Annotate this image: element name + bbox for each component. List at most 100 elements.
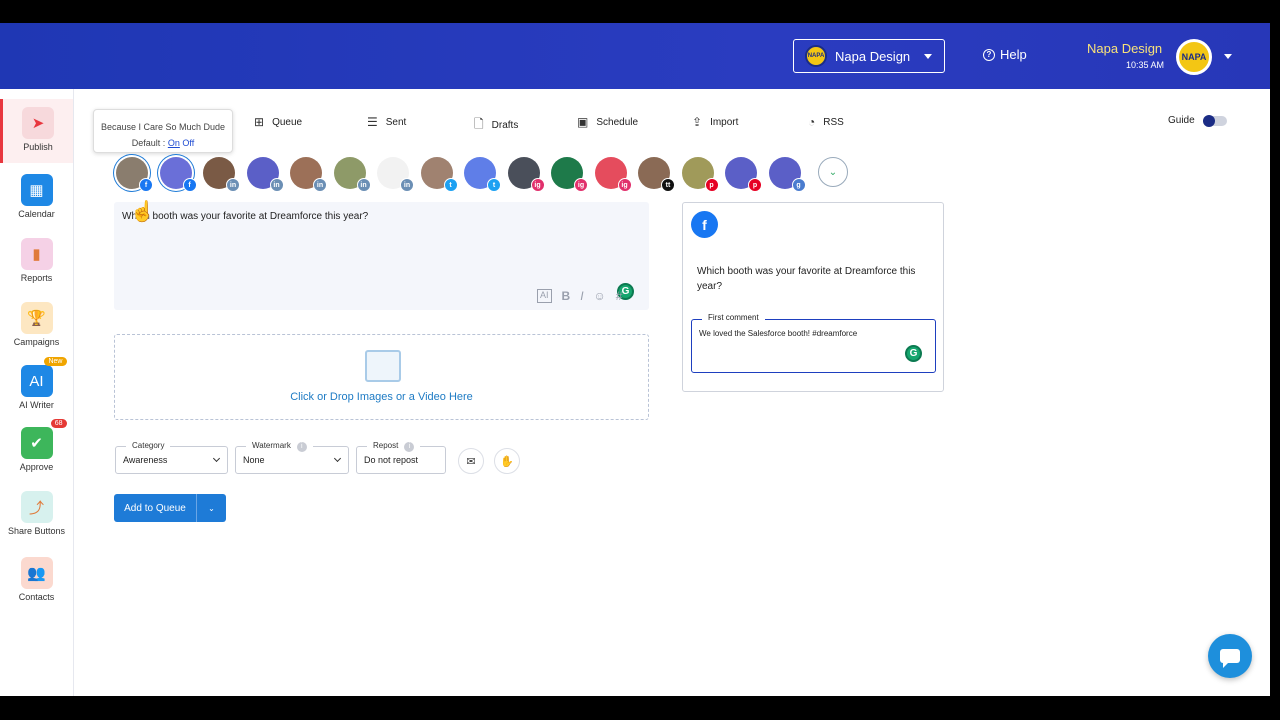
instagram-icon: ig: [617, 178, 632, 192]
facebook-icon: f: [139, 178, 153, 192]
first-comment-field[interactable]: First comment We loved the Salesforce bo…: [691, 313, 936, 373]
grammarly-icon[interactable]: G: [905, 345, 922, 362]
account-avatar-instagram[interactable]: ig: [551, 157, 588, 192]
linkedin-icon: in: [313, 178, 327, 192]
account-avatar-pinterest[interactable]: p: [725, 157, 762, 192]
sidebar-item-campaigns[interactable]: 🏆 Campaigns: [0, 294, 73, 358]
watermark-value: None: [243, 455, 265, 465]
first-comment-text[interactable]: We loved the Salesforce booth! #dreamfor…: [699, 329, 857, 338]
repost-label-wrap: Repost i: [367, 441, 421, 452]
emoji-icon[interactable]: ☺: [594, 289, 606, 303]
guide-toggle[interactable]: Guide: [1168, 114, 1227, 127]
plus-square-icon: ⊞: [254, 115, 265, 129]
user-name: Napa Design: [1087, 41, 1163, 56]
linkedin-icon: in: [356, 178, 371, 192]
queue-options-caret-icon[interactable]: ⌄: [197, 494, 226, 522]
account-tooltip: Because I Care So Much Dude Default : On…: [93, 109, 233, 153]
paper-plane-icon: ➤: [22, 107, 54, 139]
sidebar-item-label: Campaigns: [13, 337, 60, 347]
account-avatar-linkedin[interactable]: in: [377, 157, 414, 192]
account-avatar-pinterest[interactable]: p: [681, 157, 719, 192]
post-preview: f Which booth was your favorite at Dream…: [682, 202, 944, 392]
pinterest-icon: p: [748, 178, 762, 192]
more-accounts-button[interactable]: ⌄: [818, 157, 848, 187]
category-select[interactable]: Category Awareness: [115, 441, 228, 474]
info-icon[interactable]: i: [404, 442, 415, 452]
post-text[interactable]: Which booth was your favorite at Dreamfo…: [122, 211, 368, 222]
account-avatar-instagram[interactable]: ig: [507, 157, 545, 192]
user-menu-caret-icon[interactable]: [1224, 54, 1232, 59]
account-avatar-linkedin[interactable]: in: [290, 157, 327, 192]
hand-icon: ✋: [500, 455, 514, 468]
twitter-icon: t: [487, 178, 501, 192]
sidebar-item-ai-writer[interactable]: AI New AI Writer: [0, 357, 73, 421]
trophy-icon-glyph: 🏆: [27, 310, 46, 327]
instagram-icon: ig: [574, 178, 588, 192]
sidebar-item-label: Share Buttons: [7, 526, 66, 536]
image-check-icon: ✔ 68: [20, 419, 67, 459]
sidebar-item-label: AI Writer: [19, 400, 54, 410]
account-avatar-facebook[interactable]: f: [116, 157, 153, 192]
post-composer[interactable]: Which booth was your favorite at Dreamfo…: [114, 202, 649, 310]
tab-label: RSS: [823, 116, 844, 128]
sidebar-item-approve[interactable]: ✔ 68 Approve: [0, 419, 73, 483]
bold-icon[interactable]: B: [562, 289, 571, 303]
sidebar-item-calendar[interactable]: ▦ Calendar: [0, 166, 73, 230]
guide-label: Guide: [1168, 115, 1195, 126]
account-avatar-instagram[interactable]: ig: [594, 157, 632, 192]
ai-assist-icon[interactable]: AI: [537, 289, 552, 303]
add-to-queue-button[interactable]: Add to Queue ⌄: [114, 494, 226, 522]
mouse-pointer-icon: ☝: [130, 201, 155, 223]
account-avatar-google-business[interactable]: g: [768, 157, 806, 192]
people-icon: 👥: [20, 557, 53, 589]
account-avatar-linkedin[interactable]: in: [333, 157, 371, 192]
hashtag-icon[interactable]: #: [616, 289, 623, 303]
account-avatar-linkedin[interactable]: in: [203, 157, 240, 192]
hand-button[interactable]: ✋: [494, 448, 520, 474]
sidebar-item-label: Calendar: [18, 209, 55, 219]
chat-support-button[interactable]: [1208, 634, 1252, 678]
linkedin-icon: in: [226, 178, 240, 192]
account-avatar-tiktok[interactable]: tt: [638, 157, 675, 192]
workspace-selector[interactable]: NAPA Napa Design: [793, 39, 945, 73]
calendar-icon: ▦: [20, 174, 53, 206]
tab-label: Sent: [385, 116, 407, 128]
help-link[interactable]: ? Help: [983, 47, 1027, 62]
italic-icon[interactable]: I: [580, 289, 583, 303]
facebook-icon: f: [182, 178, 197, 192]
tab-schedule[interactable]: ▣ Schedule: [577, 115, 638, 129]
media-dropzone[interactable]: Click or Drop Images or a Video Here: [114, 334, 649, 420]
info-icon[interactable]: i: [296, 442, 307, 452]
image-placeholder-icon: [365, 350, 401, 382]
repost-select[interactable]: Repost i Do not repost: [356, 441, 446, 474]
email-button[interactable]: ✉: [458, 448, 484, 474]
user-avatar[interactable]: NAPA: [1176, 39, 1212, 75]
top-header: NAPA Napa Design ? Help Napa Design 10:3…: [0, 23, 1270, 89]
tab-drafts[interactable]: 🗋 Drafts: [474, 115, 518, 136]
paper-plane-icon-glyph: ➤: [31, 115, 45, 132]
tab-import[interactable]: ⇪ Import: [692, 115, 738, 129]
tooltip-off-option[interactable]: Off: [182, 138, 194, 148]
watermark-select[interactable]: Watermark i None: [235, 441, 349, 474]
sidebar-item-contacts[interactable]: 👥 Contacts: [0, 549, 73, 613]
rss-icon: ◔: [808, 115, 816, 129]
tooltip-on-option[interactable]: On: [168, 138, 180, 148]
tab-sent[interactable]: ☰ Sent: [367, 115, 406, 129]
tab-queue[interactable]: ⊞ Queue: [254, 115, 302, 129]
workspace-name: Napa Design: [835, 48, 911, 64]
account-avatar-linkedin[interactable]: in: [246, 157, 284, 192]
trophy-icon: 🏆: [20, 302, 53, 334]
sidebar-item-share-buttons[interactable]: ⤴ Share Buttons: [0, 483, 73, 547]
sidebar-item-publish[interactable]: ➤ Publish: [0, 99, 73, 163]
sidebar-item-reports[interactable]: ▮ Reports: [0, 230, 73, 294]
account-avatar-twitter[interactable]: t: [420, 157, 458, 192]
add-to-queue-label[interactable]: Add to Queue: [114, 494, 197, 522]
preview-text: Which booth was your favorite at Dreamfo…: [697, 266, 916, 292]
guide-switch[interactable]: [1202, 114, 1227, 127]
tab-rss[interactable]: ◔ RSS: [808, 115, 844, 129]
account-avatar-twitter[interactable]: t: [464, 157, 501, 192]
sidebar-item-label: Approve: [19, 462, 54, 472]
notification-badge: New: [44, 357, 67, 366]
bar-chart-icon-glyph: ▮: [32, 246, 41, 263]
account-avatar-facebook[interactable]: f: [159, 157, 197, 192]
